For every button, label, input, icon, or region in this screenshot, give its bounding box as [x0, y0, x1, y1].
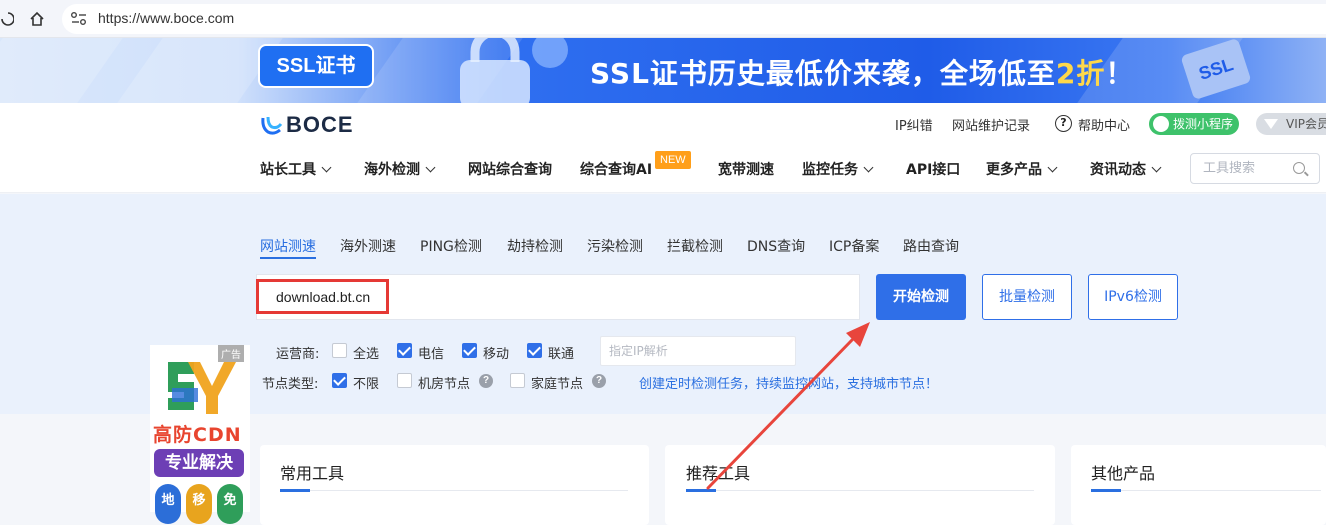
- node-any-checkbox[interactable]: [332, 373, 347, 388]
- isp-telecom-checkbox[interactable]: [397, 343, 412, 358]
- url-text[interactable]: https://www.boce.com: [98, 10, 234, 26]
- card-divider: [1091, 490, 1321, 491]
- isp-unicom-checkbox[interactable]: [527, 343, 542, 358]
- isp-telecom-label[interactable]: 电信: [418, 343, 444, 362]
- tab-website-speed[interactable]: 网站测速: [260, 236, 316, 256]
- nav-item-overseas-check[interactable]: 海外检测: [364, 159, 436, 179]
- mini-program-button[interactable]: 拨测小程序: [1149, 113, 1239, 135]
- new-badge: NEW: [655, 151, 691, 169]
- node-home-label[interactable]: 家庭节点: [531, 373, 583, 392]
- chevron-down-icon: [321, 162, 332, 173]
- help-icon[interactable]: ?: [479, 374, 493, 388]
- ad-tag: 广告: [218, 345, 244, 362]
- tab-dns[interactable]: DNS查询: [747, 236, 805, 256]
- nav-item-news[interactable]: 资讯动态: [1090, 159, 1162, 179]
- help-center-link[interactable]: 帮助中心: [1078, 115, 1130, 134]
- tab-route[interactable]: 路由查询: [903, 236, 959, 256]
- site-info-icon[interactable]: [70, 11, 88, 27]
- nav-item-site-query[interactable]: 网站综合查询: [468, 159, 552, 179]
- logo-text: BOCE: [286, 112, 354, 137]
- card-title: 常用工具: [280, 464, 345, 483]
- help-icon[interactable]: ?: [1055, 115, 1072, 132]
- isp-unicom-label[interactable]: 联通: [548, 343, 574, 362]
- isp-mobile-checkbox[interactable]: [462, 343, 477, 358]
- node-datacenter-checkbox[interactable]: [397, 373, 412, 388]
- active-tab-indicator: [260, 257, 316, 259]
- reload-icon[interactable]: [0, 9, 14, 29]
- chevron-down-icon: [425, 162, 436, 173]
- ad-headline: 高防CDN: [153, 424, 242, 446]
- batch-check-button[interactable]: 批量检测: [982, 274, 1072, 320]
- nav-item-monitoring[interactable]: 监控任务: [802, 159, 874, 179]
- node-any-label[interactable]: 不限: [353, 373, 379, 392]
- tab-intercept[interactable]: 拦截检测: [667, 236, 723, 256]
- nav-item-webmaster-tools[interactable]: 站长工具: [260, 159, 332, 179]
- nav-item-more-products[interactable]: 更多产品: [986, 159, 1058, 179]
- node-type-label: 节点类型:: [262, 377, 319, 392]
- card-title: 其他产品: [1091, 464, 1156, 483]
- address-bar[interactable]: [62, 4, 1326, 34]
- tab-ping[interactable]: PING检测: [420, 236, 482, 256]
- tool-search-box[interactable]: [1190, 153, 1320, 184]
- ip-error-link[interactable]: IP纠错: [895, 115, 933, 134]
- nav-item-ai-query[interactable]: 综合查询AI: [580, 159, 652, 179]
- ad-pill: 地: [155, 484, 181, 524]
- tab-hijack[interactable]: 劫持检测: [507, 236, 563, 256]
- ip-resolve-input[interactable]: [601, 337, 791, 365]
- tab-icp[interactable]: ICP备案: [829, 236, 879, 256]
- common-tools-card: [260, 445, 649, 525]
- ip-resolve-field[interactable]: [600, 336, 796, 366]
- isp-label: 运营商:: [276, 347, 320, 362]
- browser-toolbar: https://www.boce.com: [0, 0, 1326, 38]
- ipv6-check-button[interactable]: IPv6检测: [1088, 274, 1178, 320]
- banner-headline: SSL证书历史最低价来袭，全场低至2折！: [590, 57, 1135, 90]
- isp-all-checkbox[interactable]: [332, 343, 347, 358]
- chevron-down-icon: [1047, 162, 1058, 173]
- site-header: BOCE IP纠错 网站维护记录 ? 帮助中心 拨测小程序 VIP会员: [0, 103, 1326, 143]
- vip-button[interactable]: VIP会员: [1256, 113, 1326, 135]
- mini-program-icon: [1153, 116, 1169, 132]
- help-icon[interactable]: ?: [592, 374, 606, 388]
- chevron-down-icon: [863, 162, 874, 173]
- card-title: 推荐工具: [686, 464, 751, 483]
- start-check-button[interactable]: 开始检测: [876, 274, 966, 320]
- node-datacenter-label[interactable]: 机房节点: [418, 373, 470, 392]
- chevron-down-icon: [1151, 162, 1162, 173]
- home-icon[interactable]: [28, 10, 46, 28]
- isp-mobile-label[interactable]: 移动: [483, 343, 509, 362]
- maintenance-log-link[interactable]: 网站维护记录: [952, 115, 1030, 134]
- search-icon[interactable]: [1293, 162, 1305, 174]
- card-accent: [686, 489, 716, 492]
- tool-search-input[interactable]: [1191, 154, 1281, 183]
- ad-pill: 免: [217, 484, 243, 524]
- banner-lock-art-icon: [460, 38, 568, 103]
- card-divider: [280, 490, 628, 491]
- promo-banner[interactable]: SSL证书 SSL证书历史最低价来袭，全场低至2折！ SSL: [0, 38, 1326, 103]
- nav-item-api[interactable]: API接口: [906, 159, 960, 179]
- isp-all-label[interactable]: 全选: [353, 343, 379, 362]
- annotation-highlight-box: [256, 279, 389, 314]
- tab-overseas-speed[interactable]: 海外测速: [340, 236, 396, 256]
- recommended-tools-card: [665, 445, 1055, 525]
- ad-subline: 专业解决: [154, 449, 244, 477]
- boce-logo-icon: [261, 116, 283, 135]
- boce-logo[interactable]: BOCE: [260, 112, 354, 138]
- nav-item-bandwidth-test[interactable]: 宽带测速: [718, 159, 774, 179]
- node-home-checkbox[interactable]: [510, 373, 525, 388]
- other-products-card: [1071, 445, 1326, 525]
- card-divider: [686, 490, 1034, 491]
- banner-badge: SSL证书: [258, 44, 374, 88]
- tab-pollution[interactable]: 污染检测: [587, 236, 643, 256]
- card-accent: [1091, 489, 1121, 492]
- card-accent: [280, 489, 310, 492]
- scheduled-monitor-link[interactable]: 创建定时检测任务，持续监控网站，支持城市节点！: [639, 373, 938, 392]
- vip-diamond-icon: [1264, 119, 1278, 129]
- ad-pill: 移: [186, 484, 212, 524]
